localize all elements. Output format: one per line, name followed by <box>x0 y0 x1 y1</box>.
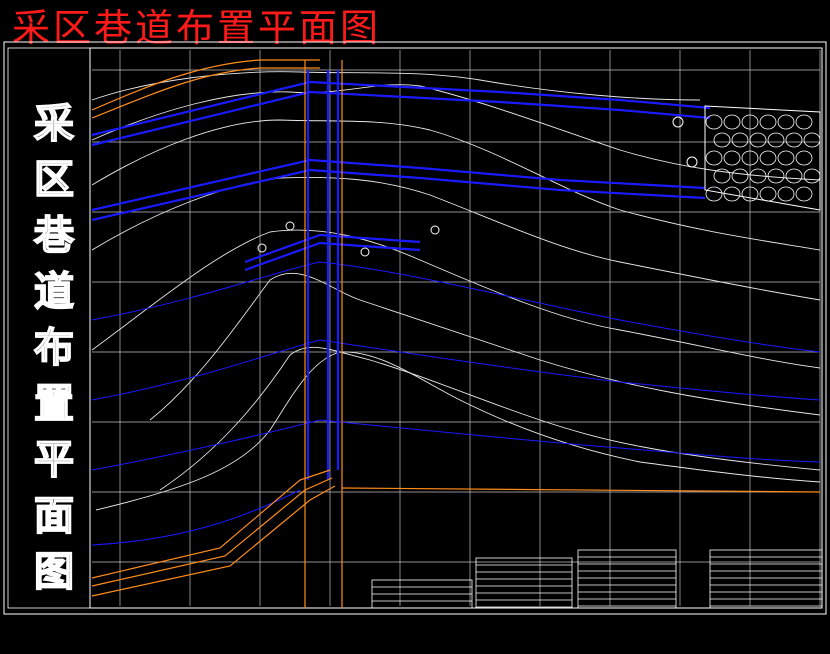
goaf-cell <box>803 168 821 184</box>
goaf-cell <box>777 150 795 166</box>
goaf-cell <box>767 132 785 148</box>
goaf-cell <box>759 150 777 166</box>
contour-line <box>159 346 821 491</box>
goaf-cell <box>723 150 741 166</box>
goaf-cell <box>705 114 723 130</box>
goaf-cell <box>731 132 749 148</box>
goaf-cell <box>767 168 785 184</box>
outer-frame <box>3 41 827 615</box>
goaf-hatch <box>705 114 821 202</box>
equipment-marker <box>360 247 370 257</box>
mine-plan-drawing <box>3 41 827 615</box>
side-title-frame <box>7 47 91 609</box>
goaf-cell <box>795 150 813 166</box>
seam-lines <box>91 261 821 546</box>
equipment-marker <box>285 221 295 231</box>
roadway-middle <box>91 158 706 212</box>
contour-line <box>91 229 821 369</box>
boundary-line <box>91 485 336 597</box>
goaf-cell <box>795 114 813 130</box>
goaf-cell <box>759 186 777 202</box>
contour-line <box>95 351 821 511</box>
goaf-cell <box>705 186 723 202</box>
equipment-marker <box>672 116 684 128</box>
boundary-line <box>341 487 821 493</box>
legend-tables <box>371 549 823 609</box>
goaf-cell <box>713 168 731 184</box>
inner-frame <box>89 47 823 609</box>
contour-line <box>149 272 821 421</box>
roadway-lower <box>244 241 421 272</box>
goaf-cell <box>777 114 795 130</box>
equipment-marker <box>257 243 267 253</box>
contour-lines <box>91 71 821 511</box>
equipment-marker <box>430 225 440 235</box>
seam-line <box>91 419 821 471</box>
goaf-cell <box>785 132 803 148</box>
roadway-table <box>475 557 573 609</box>
roadways <box>91 70 711 480</box>
goaf-cell <box>731 168 749 184</box>
seam-line <box>91 489 301 546</box>
goaf-cell <box>713 132 731 148</box>
goaf-cell <box>777 186 795 202</box>
goaf-cell <box>803 132 821 148</box>
goaf-cell <box>795 186 813 202</box>
equipment-marker <box>686 156 698 168</box>
roadway-upper <box>91 80 711 137</box>
goaf-cell <box>785 168 803 184</box>
goaf-cell <box>749 132 767 148</box>
goaf-cell <box>723 114 741 130</box>
goaf-area <box>704 105 821 211</box>
boundary-line <box>91 67 320 119</box>
roadway-middle <box>91 168 706 222</box>
goaf-cell <box>705 150 723 166</box>
goaf-cell <box>759 114 777 130</box>
